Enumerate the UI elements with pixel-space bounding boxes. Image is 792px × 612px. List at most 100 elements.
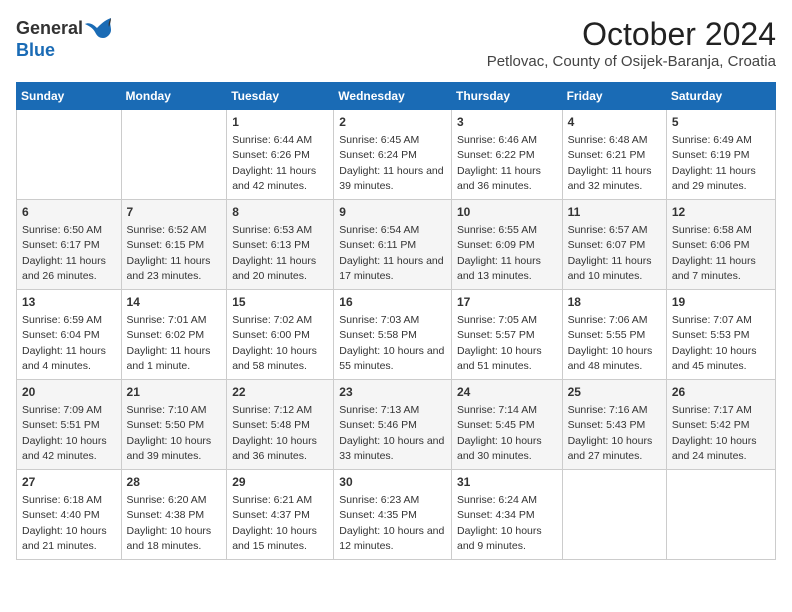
- calendar-cell: 15 Sunrise: 7:02 AM Sunset: 6:00 PM Dayli…: [227, 290, 334, 380]
- day-number: 22: [232, 384, 328, 401]
- calendar-week-row: 20 Sunrise: 7:09 AM Sunset: 5:51 PM Dayli…: [17, 380, 776, 470]
- day-number: 30: [339, 474, 446, 491]
- calendar-week-row: 27 Sunrise: 6:18 AM Sunset: 4:40 PM Dayli…: [17, 470, 776, 560]
- logo-general-text: General: [16, 18, 83, 39]
- day-number: 27: [22, 474, 116, 491]
- calendar-cell: 30Sunrise: 6:23 AM Sunset: 4:35 PM Dayli…: [334, 470, 452, 560]
- calendar-cell: 18Sunrise: 7:06 AM Sunset: 5:55 PM Dayli…: [562, 290, 666, 380]
- weekday-header-saturday: Saturday: [666, 83, 775, 110]
- calendar-cell: 4 Sunrise: 6:48 AM Sunset: 6:21 PM Daylig…: [562, 110, 666, 200]
- day-info: Sunrise: 7:09 AM Sunset: 5:51 PM Dayligh…: [22, 404, 107, 462]
- calendar-cell: 28 Sunrise: 6:20 AM Sunset: 4:38 PM Dayli…: [121, 470, 227, 560]
- calendar-cell: 14 Sunrise: 7:01 AM Sunset: 6:02 PM Dayli…: [121, 290, 227, 380]
- day-info: Sunrise: 6:58 AM Sunset: 6:06 PM Dayligh…: [672, 224, 756, 282]
- weekday-header-friday: Friday: [562, 83, 666, 110]
- day-number: 16: [339, 294, 446, 311]
- day-number: 1: [232, 114, 328, 131]
- day-info: Sunrise: 6:50 AM Sunset: 6:17 PM Dayligh…: [22, 224, 106, 282]
- calendar-week-row: 1 Sunrise: 6:44 AM Sunset: 6:26 PM Daylig…: [17, 110, 776, 200]
- calendar-cell: 11 Sunrise: 6:57 AM Sunset: 6:07 PM Dayli…: [562, 200, 666, 290]
- day-info: Sunrise: 6:21 AM Sunset: 4:37 PM Dayligh…: [232, 494, 317, 552]
- day-info: Sunrise: 7:10 AM Sunset: 5:50 PM Dayligh…: [127, 404, 212, 462]
- day-info: Sunrise: 7:17 AM Sunset: 5:42 PM Dayligh…: [672, 404, 757, 462]
- day-number: 29: [232, 474, 328, 491]
- location-title: Petlovac, County of Osijek-Baranja, Croa…: [487, 53, 776, 70]
- day-info: Sunrise: 6:46 AM Sunset: 6:22 PM Dayligh…: [457, 134, 541, 192]
- day-number: 21: [127, 384, 222, 401]
- day-number: 4: [568, 114, 661, 131]
- day-number: 25: [568, 384, 661, 401]
- day-info: Sunrise: 7:01 AM Sunset: 6:02 PM Dayligh…: [127, 314, 211, 372]
- day-number: 13: [22, 294, 116, 311]
- day-number: 26: [672, 384, 770, 401]
- month-title: October 2024: [487, 16, 776, 53]
- calendar-cell: [121, 110, 227, 200]
- day-number: 14: [127, 294, 222, 311]
- day-info: Sunrise: 7:16 AM Sunset: 5:43 PM Dayligh…: [568, 404, 653, 462]
- calendar-cell: 9Sunrise: 6:54 AM Sunset: 6:11 PM Daylig…: [334, 200, 452, 290]
- weekday-header-sunday: Sunday: [17, 83, 122, 110]
- calendar-cell: [666, 470, 775, 560]
- calendar-cell: 7Sunrise: 6:52 AM Sunset: 6:15 PM Daylig…: [121, 200, 227, 290]
- calendar-cell: 16 Sunrise: 7:03 AM Sunset: 5:58 PM Dayli…: [334, 290, 452, 380]
- day-info: Sunrise: 6:45 AM Sunset: 6:24 PM Dayligh…: [339, 134, 443, 192]
- calendar-week-row: 6 Sunrise: 6:50 AM Sunset: 6:17 PM Daylig…: [17, 200, 776, 290]
- calendar-cell: [562, 470, 666, 560]
- day-info: Sunrise: 7:12 AM Sunset: 5:48 PM Dayligh…: [232, 404, 317, 462]
- calendar-header-row: SundayMondayTuesdayWednesdayThursdayFrid…: [17, 83, 776, 110]
- page-header: General Blue October 2024 Petlovac, Coun…: [16, 16, 776, 70]
- day-info: Sunrise: 7:14 AM Sunset: 5:45 PM Dayligh…: [457, 404, 542, 462]
- day-number: 18: [568, 294, 661, 311]
- calendar-cell: 12 Sunrise: 6:58 AM Sunset: 6:06 PM Dayli…: [666, 200, 775, 290]
- day-info: Sunrise: 7:03 AM Sunset: 5:58 PM Dayligh…: [339, 314, 444, 372]
- weekday-header-thursday: Thursday: [451, 83, 562, 110]
- calendar-cell: 17 Sunrise: 7:05 AM Sunset: 5:57 PM Dayli…: [451, 290, 562, 380]
- day-info: Sunrise: 6:48 AM Sunset: 6:21 PM Dayligh…: [568, 134, 652, 192]
- weekday-header-wednesday: Wednesday: [334, 83, 452, 110]
- day-info: Sunrise: 6:57 AM Sunset: 6:07 PM Dayligh…: [568, 224, 652, 282]
- day-info: Sunrise: 7:07 AM Sunset: 5:53 PM Dayligh…: [672, 314, 757, 372]
- calendar-cell: 22 Sunrise: 7:12 AM Sunset: 5:48 PM Dayli…: [227, 380, 334, 470]
- day-number: 6: [22, 204, 116, 221]
- calendar-table: SundayMondayTuesdayWednesdayThursdayFrid…: [16, 82, 776, 560]
- day-number: 20: [22, 384, 116, 401]
- calendar-cell: 26 Sunrise: 7:17 AM Sunset: 5:42 PM Dayli…: [666, 380, 775, 470]
- day-number: 12: [672, 204, 770, 221]
- calendar-cell: 31Sunrise: 6:24 AM Sunset: 4:34 PM Dayli…: [451, 470, 562, 560]
- day-info: Sunrise: 6:54 AM Sunset: 6:11 PM Dayligh…: [339, 224, 443, 282]
- calendar-cell: 6 Sunrise: 6:50 AM Sunset: 6:17 PM Daylig…: [17, 200, 122, 290]
- day-info: Sunrise: 7:02 AM Sunset: 6:00 PM Dayligh…: [232, 314, 317, 372]
- day-number: 10: [457, 204, 557, 221]
- calendar-cell: 27 Sunrise: 6:18 AM Sunset: 4:40 PM Dayli…: [17, 470, 122, 560]
- day-number: 19: [672, 294, 770, 311]
- calendar-cell: 3 Sunrise: 6:46 AM Sunset: 6:22 PM Daylig…: [451, 110, 562, 200]
- day-info: Sunrise: 6:49 AM Sunset: 6:19 PM Dayligh…: [672, 134, 756, 192]
- logo-bird-icon: [83, 16, 113, 40]
- day-number: 23: [339, 384, 446, 401]
- calendar-cell: 10 Sunrise: 6:55 AM Sunset: 6:09 PM Dayli…: [451, 200, 562, 290]
- day-info: Sunrise: 7:05 AM Sunset: 5:57 PM Dayligh…: [457, 314, 542, 372]
- day-number: 3: [457, 114, 557, 131]
- day-number: 11: [568, 204, 661, 221]
- calendar-cell: 23Sunrise: 7:13 AM Sunset: 5:46 PM Dayli…: [334, 380, 452, 470]
- day-info: Sunrise: 6:18 AM Sunset: 4:40 PM Dayligh…: [22, 494, 107, 552]
- day-info: Sunrise: 6:55 AM Sunset: 6:09 PM Dayligh…: [457, 224, 541, 282]
- day-number: 31: [457, 474, 557, 491]
- weekday-header-monday: Monday: [121, 83, 227, 110]
- day-info: Sunrise: 6:44 AM Sunset: 6:26 PM Dayligh…: [232, 134, 316, 192]
- calendar-cell: 29 Sunrise: 6:21 AM Sunset: 4:37 PM Dayli…: [227, 470, 334, 560]
- day-number: 15: [232, 294, 328, 311]
- calendar-cell: [17, 110, 122, 200]
- calendar-cell: 5Sunrise: 6:49 AM Sunset: 6:19 PM Daylig…: [666, 110, 775, 200]
- calendar-cell: 1 Sunrise: 6:44 AM Sunset: 6:26 PM Daylig…: [227, 110, 334, 200]
- calendar-cell: 19 Sunrise: 7:07 AM Sunset: 5:53 PM Dayli…: [666, 290, 775, 380]
- day-number: 28: [127, 474, 222, 491]
- day-number: 17: [457, 294, 557, 311]
- logo-blue-text: Blue: [16, 40, 55, 61]
- day-info: Sunrise: 6:52 AM Sunset: 6:15 PM Dayligh…: [127, 224, 211, 282]
- day-number: 2: [339, 114, 446, 131]
- day-info: Sunrise: 6:53 AM Sunset: 6:13 PM Dayligh…: [232, 224, 316, 282]
- calendar-cell: 21 Sunrise: 7:10 AM Sunset: 5:50 PM Dayli…: [121, 380, 227, 470]
- calendar-cell: 8Sunrise: 6:53 AM Sunset: 6:13 PM Daylig…: [227, 200, 334, 290]
- day-info: Sunrise: 6:20 AM Sunset: 4:38 PM Dayligh…: [127, 494, 212, 552]
